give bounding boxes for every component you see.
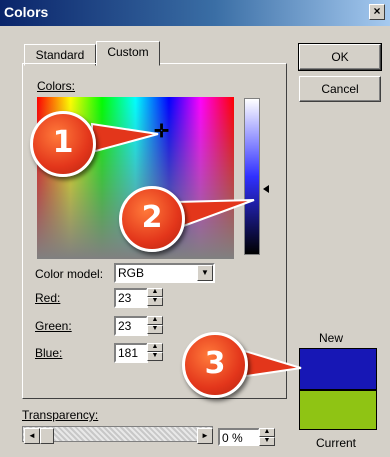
callout-badge-2: 2 [119,186,185,252]
callout-pointer-2 [174,199,255,230]
callout-badge-1: 1 [30,111,96,177]
callout-badge-3: 3 [182,332,248,398]
callout-pointer-1 [91,122,159,154]
